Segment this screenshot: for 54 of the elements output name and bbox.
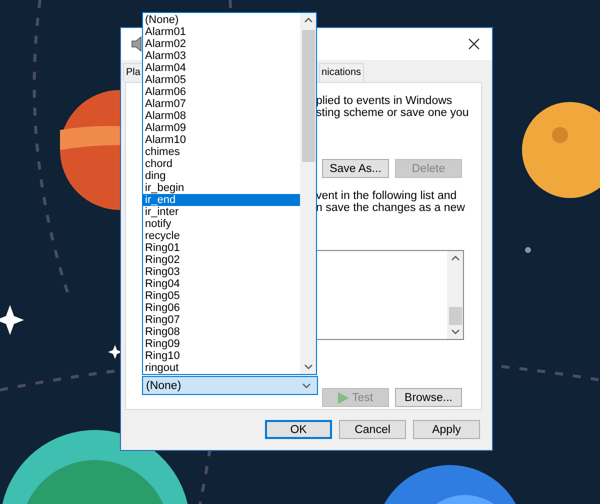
scroll-up-icon[interactable] — [450, 255, 460, 261]
dropdown-item[interactable]: ir_begin — [143, 182, 300, 194]
scroll-down-icon[interactable] — [450, 329, 460, 335]
scroll-down-icon[interactable] — [304, 364, 312, 370]
dropdown-item[interactable]: Alarm02 — [143, 38, 300, 50]
dropdown-item[interactable]: Alarm09 — [143, 122, 300, 134]
dropdown-item[interactable]: recycle — [143, 230, 300, 242]
dropdown-item[interactable]: Alarm03 — [143, 50, 300, 62]
dropdown-item[interactable]: Ring04 — [143, 278, 300, 290]
dialog-button[interactable]: Save As... — [322, 159, 389, 178]
scroll-up-icon[interactable] — [304, 17, 312, 23]
dropdown-item[interactable]: Ring03 — [143, 266, 300, 278]
dropdown-item[interactable]: Ring10 — [143, 350, 300, 362]
dropdown-item[interactable]: Alarm01 — [143, 26, 300, 38]
dropdown-item[interactable]: Ring08 — [143, 326, 300, 338]
dropdown-caret-icon[interactable] — [302, 382, 311, 388]
dropdown-item[interactable]: Ring09 — [143, 338, 300, 350]
description-text: sting scheme or save one you — [316, 107, 470, 119]
scroll-thumb[interactable] — [448, 307, 462, 325]
dialog-button[interactable]: Browse... — [395, 388, 462, 407]
dropdown-item[interactable]: Alarm04 — [143, 62, 300, 74]
instruction-text: n save the changes as a new — [316, 202, 466, 214]
dropdown-item[interactable]: chimes — [143, 146, 300, 158]
dialog-button[interactable]: OK — [265, 420, 332, 439]
scrollbar[interactable] — [300, 13, 316, 374]
dropdown-item[interactable]: Ring02 — [143, 254, 300, 266]
dialog-button[interactable]: Apply — [413, 420, 480, 439]
dropdown-item[interactable]: ringout — [143, 362, 300, 374]
select-value: (None) — [146, 380, 182, 392]
scroll-thumb[interactable] — [302, 30, 314, 162]
tab[interactable]: Pla — [123, 63, 144, 82]
dropdown-item[interactable]: Ring06 — [143, 302, 300, 314]
dropdown-item[interactable]: ding — [143, 170, 300, 182]
dropdown-item[interactable]: Alarm05 — [143, 74, 300, 86]
dropdown-item[interactable]: Ring07 — [143, 314, 300, 326]
dropdown-item[interactable]: (None) — [143, 14, 300, 26]
dropdown-item[interactable]: Alarm06 — [143, 86, 300, 98]
dropdown-item[interactable]: ir_end — [143, 194, 300, 206]
tab[interactable]: nications — [318, 63, 364, 82]
dropdown-item[interactable]: Alarm08 — [143, 110, 300, 122]
dropdown-item[interactable]: Ring05 — [143, 290, 300, 302]
dropdown-item[interactable]: Ring01 — [143, 242, 300, 254]
description-text: plied to events in Windows — [316, 95, 454, 107]
dropdown-item[interactable]: notify — [143, 218, 300, 230]
dropdown-item[interactable]: chord — [143, 158, 300, 170]
dropdown-item[interactable]: Alarm10 — [143, 134, 300, 146]
dropdown-item[interactable]: ir_inter — [143, 206, 300, 218]
close-icon[interactable] — [468, 38, 480, 50]
play-icon — [338, 392, 349, 404]
dialog-button[interactable]: Cancel — [339, 420, 406, 439]
sound-select[interactable]: (None) — [142, 376, 318, 395]
scrollbar[interactable] — [447, 251, 463, 339]
instruction-text: vent in the following list and — [316, 190, 458, 202]
dropdown-item[interactable]: Alarm07 — [143, 98, 300, 110]
